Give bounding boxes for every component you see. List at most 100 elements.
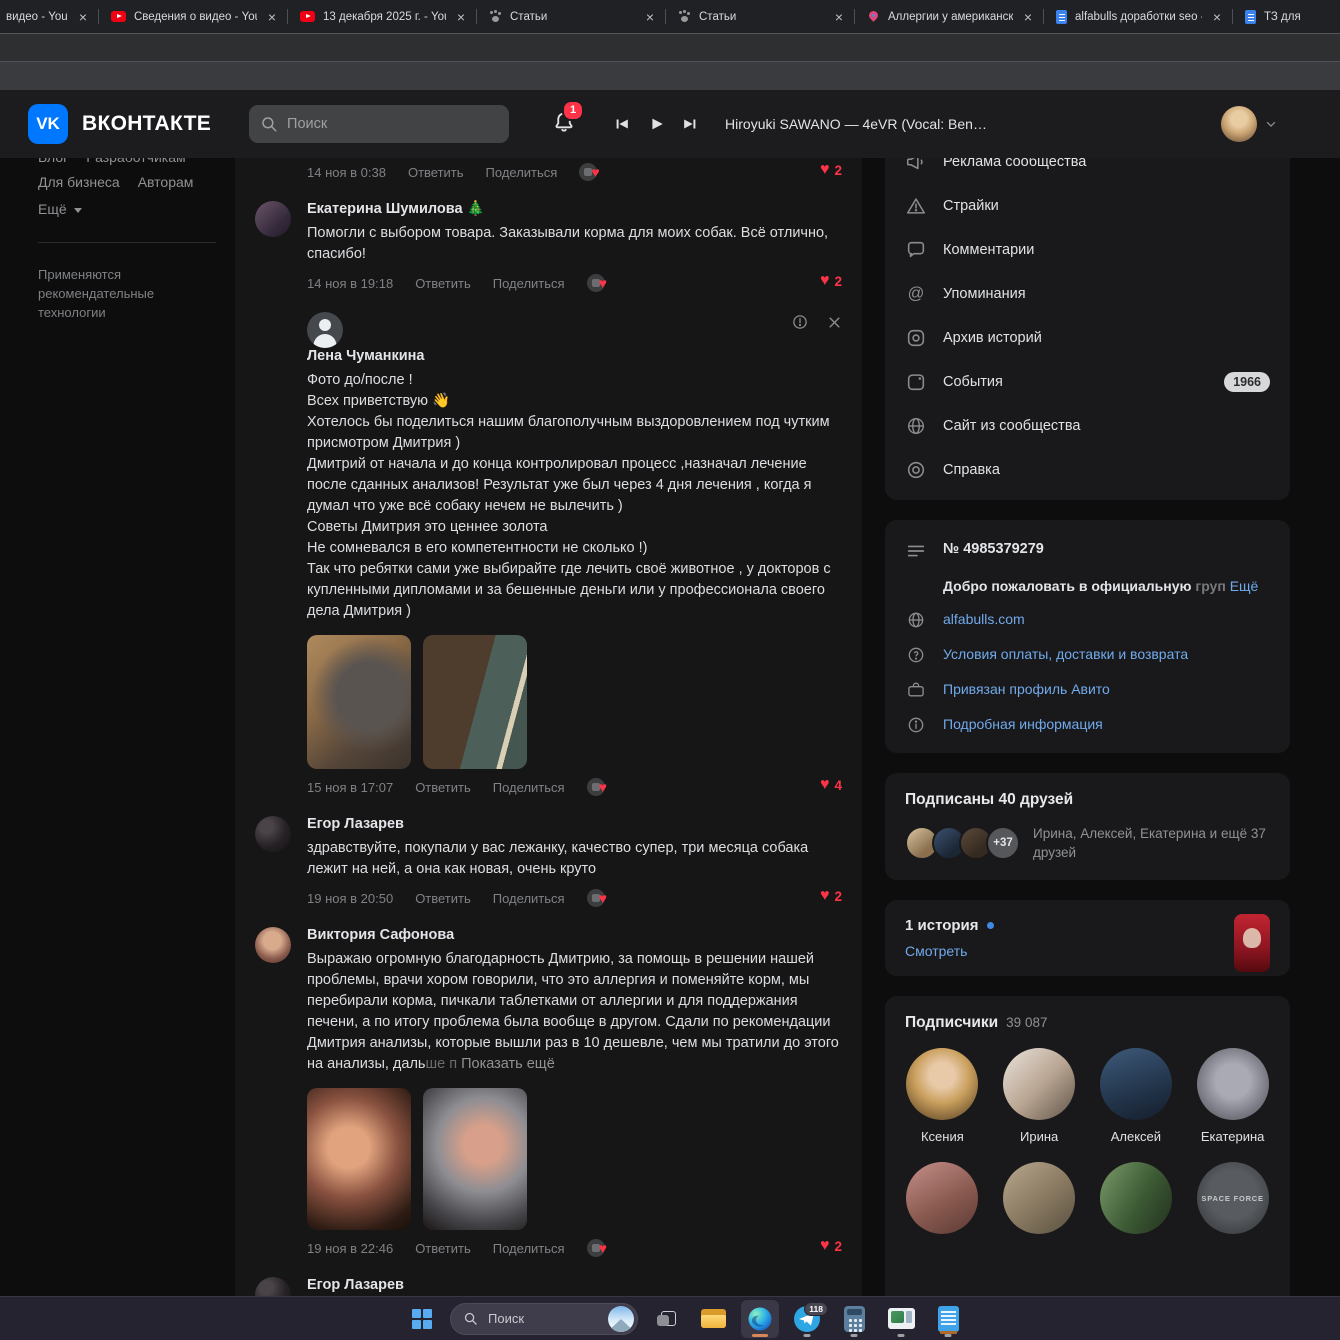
header-search[interactable]: [249, 105, 509, 143]
tab-close-icon[interactable]: ×: [832, 10, 846, 24]
subscriber[interactable]: Ирина: [1002, 1048, 1077, 1144]
now-playing-track[interactable]: Hiroyuki SAWANO — 4eVR (Vocal: Ben…: [725, 116, 987, 132]
sidebar-more[interactable]: Ещё: [38, 201, 235, 217]
comment-date[interactable]: 14 ноя в 0:38: [307, 165, 386, 180]
reply-button[interactable]: Ответить: [415, 891, 471, 906]
sidebar-link-developers[interactable]: Разработчикам: [86, 158, 185, 165]
calculator-button[interactable]: [835, 1300, 873, 1338]
menu-item-comments[interactable]: Комментарии: [885, 228, 1290, 272]
task-view-button[interactable]: [647, 1300, 685, 1338]
taskbar-search[interactable]: [450, 1303, 638, 1335]
subscribers-title[interactable]: Подписчики: [905, 1014, 998, 1032]
story-thumbnail[interactable]: [1234, 914, 1270, 972]
share-button[interactable]: Поделиться: [493, 276, 565, 291]
next-track-icon[interactable]: [681, 115, 699, 133]
file-explorer-button[interactable]: [694, 1300, 732, 1338]
reactions-cluster[interactable]: ♥: [579, 163, 611, 181]
avatar[interactable]: [255, 1277, 291, 1296]
browser-tab[interactable]: Статьи ×: [666, 0, 854, 33]
sidebar-link-blog[interactable]: Блог: [38, 158, 68, 165]
like-button[interactable]: ♥2: [820, 162, 842, 178]
browser-tab[interactable]: Аллергии у американск ×: [855, 0, 1043, 33]
telegram-button[interactable]: 118: [788, 1300, 826, 1338]
reply-button[interactable]: Ответить: [415, 780, 471, 795]
browser-tab[interactable]: 13 декабря 2025 г. - YouTub ×: [288, 0, 476, 33]
share-button[interactable]: Поделиться: [493, 780, 565, 795]
reactions-cluster[interactable]: ♥: [587, 778, 619, 796]
tab-close-icon[interactable]: ×: [76, 10, 90, 24]
share-button[interactable]: Поделиться: [486, 165, 558, 180]
comment-date[interactable]: 19 ноя в 20:50: [307, 891, 393, 906]
comment-photo[interactable]: [307, 635, 411, 769]
search-input[interactable]: [249, 105, 509, 143]
reply-button[interactable]: Ответить: [415, 1241, 471, 1256]
tab-close-icon[interactable]: ×: [1210, 10, 1224, 24]
report-icon[interactable]: [791, 313, 809, 331]
menu-item-events[interactable]: События 1966: [885, 360, 1290, 404]
comment-author[interactable]: Егор Лазарев: [307, 1275, 842, 1295]
status-more-link[interactable]: Ещё: [1230, 578, 1259, 594]
tab-close-icon[interactable]: ×: [1021, 10, 1035, 24]
like-button[interactable]: ♥2: [820, 1238, 842, 1254]
comment-date[interactable]: 19 ноя в 22:46: [307, 1241, 393, 1256]
comment-photo[interactable]: [423, 635, 527, 769]
avatar[interactable]: [1197, 1048, 1269, 1120]
play-icon[interactable]: [647, 115, 665, 133]
avito-profile-link[interactable]: Привязан профиль Авито: [943, 680, 1110, 698]
start-button[interactable]: [403, 1300, 441, 1338]
comment-photo[interactable]: [423, 1088, 527, 1230]
comment-author[interactable]: Виктория Сафонова: [307, 925, 842, 945]
avatar[interactable]: [1100, 1048, 1172, 1120]
sidebar-link-authors[interactable]: Авторам: [138, 174, 194, 190]
subscriber[interactable]: SPACE FORCE: [1195, 1162, 1270, 1234]
weather-widget-icon[interactable]: [608, 1306, 634, 1332]
subscriber[interactable]: Алексей: [1099, 1048, 1174, 1144]
chevron-down-icon[interactable]: [1264, 117, 1278, 131]
avatar[interactable]: [255, 816, 291, 852]
taskbar-search-input[interactable]: [486, 1310, 600, 1327]
vk-brand-title[interactable]: ВКОНТАКТЕ: [82, 112, 211, 136]
avatar[interactable]: [906, 1162, 978, 1234]
menu-item-ads[interactable]: Реклама сообщества: [885, 158, 1290, 184]
browser-tab[interactable]: видео - YouTub ×: [0, 0, 98, 33]
like-button[interactable]: ♥2: [820, 273, 842, 289]
browser-tab[interactable]: alfabulls доработки seo - G ×: [1044, 0, 1232, 33]
profile-avatar[interactable]: [1221, 106, 1257, 142]
browser-tab[interactable]: Сведения о видео - YouTub ×: [99, 0, 287, 33]
browser-tab[interactable]: Статьи ×: [477, 0, 665, 33]
share-button[interactable]: Поделиться: [493, 891, 565, 906]
notepad-button[interactable]: [929, 1300, 967, 1338]
menu-item-stories-archive[interactable]: Архив историй: [885, 316, 1290, 360]
avatar[interactable]: [906, 1048, 978, 1120]
avatar[interactable]: [255, 201, 291, 237]
avatar[interactable]: [255, 927, 291, 963]
share-button[interactable]: Поделиться: [493, 1241, 565, 1256]
avatar[interactable]: SPACE FORCE: [1197, 1162, 1269, 1234]
avatar[interactable]: [1003, 1048, 1075, 1120]
menu-item-strikes[interactable]: Страйки: [885, 184, 1290, 228]
comment-date[interactable]: 15 ноя в 17:07: [307, 780, 393, 795]
friends-more-count[interactable]: +37: [986, 826, 1020, 860]
menu-item-mentions[interactable]: @ Упоминания: [885, 272, 1290, 316]
vk-logo[interactable]: VK: [28, 104, 68, 144]
reactions-cluster[interactable]: ♥: [587, 1239, 619, 1257]
browser-tab[interactable]: ТЗ для: [1233, 0, 1340, 33]
reply-button[interactable]: Ответить: [415, 276, 471, 291]
subscriber[interactable]: [905, 1162, 980, 1234]
comment-author[interactable]: Егор Лазарев: [307, 814, 842, 834]
subscriber[interactable]: Екатерина: [1195, 1048, 1270, 1144]
previous-track-icon[interactable]: [613, 115, 631, 133]
tab-close-icon[interactable]: ×: [265, 10, 279, 24]
tab-close-icon[interactable]: ×: [454, 10, 468, 24]
edge-browser-button[interactable]: [741, 1300, 779, 1338]
avatar-placeholder[interactable]: [307, 312, 343, 348]
comment-date[interactable]: 14 ноя в 19:18: [307, 276, 393, 291]
subscriber[interactable]: [1099, 1162, 1174, 1234]
sidebar-link-business[interactable]: Для бизнеса: [38, 174, 120, 190]
like-button[interactable]: ♥2: [820, 888, 842, 904]
menu-item-community-site[interactable]: Сайт из сообщества: [885, 404, 1290, 448]
comment-author[interactable]: Екатерина Шумилова 🎄: [307, 199, 842, 219]
avatar[interactable]: [1003, 1162, 1075, 1234]
like-button[interactable]: ♥4: [820, 777, 842, 793]
subscriber[interactable]: Ксения: [905, 1048, 980, 1144]
